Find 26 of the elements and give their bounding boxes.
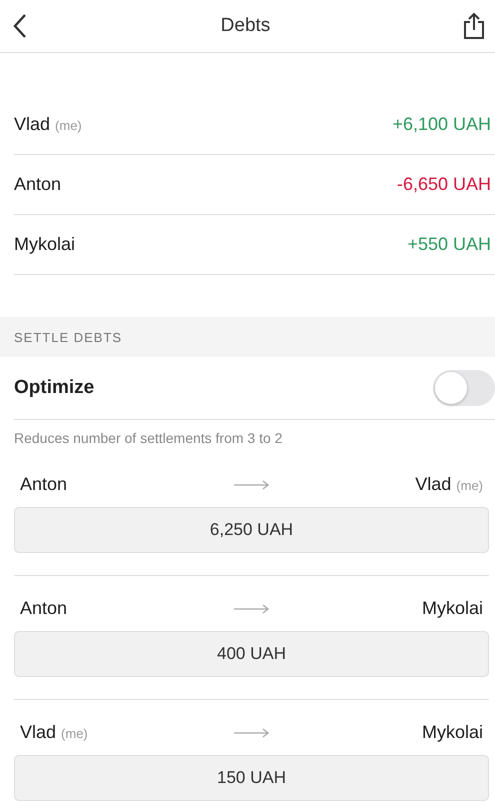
person-name: Vlad: [14, 114, 50, 134]
settlement-amount[interactable]: 400 UAH: [14, 631, 489, 677]
balance-amount: +6,100 UAH: [392, 114, 491, 135]
me-tag: (me): [55, 118, 82, 133]
person-name: Vlad: [415, 474, 452, 494]
person-name: Anton: [14, 174, 62, 194]
person-name: Anton: [20, 474, 68, 494]
section-heading: SETTLE DEBTS: [14, 330, 122, 344]
person-name: Mykolai: [422, 722, 483, 742]
optimize-toggle[interactable]: [433, 370, 495, 406]
balance-amount: +550 UAH: [407, 234, 491, 255]
arrow-icon: [234, 728, 270, 738]
me-tag: (me): [61, 726, 88, 741]
person-name: Anton: [20, 598, 68, 618]
optimize-description: Reduces number of settlements from 3 to 2: [13, 429, 284, 446]
settlement-amount[interactable]: 6,250 UAH: [14, 507, 489, 553]
optimize-label: Optimize: [14, 377, 94, 399]
person-name: Mykolai: [14, 234, 76, 254]
arrow-icon: [234, 604, 270, 614]
balance-amount: -6,650 UAH: [396, 174, 491, 195]
settlement-amount[interactable]: 150 UAH: [14, 755, 489, 801]
page-title: Debts: [220, 15, 270, 37]
me-tag: (me): [456, 478, 483, 493]
person-name: Vlad: [20, 722, 56, 742]
person-name: Mykolai: [422, 598, 483, 618]
arrow-icon: [234, 480, 270, 490]
